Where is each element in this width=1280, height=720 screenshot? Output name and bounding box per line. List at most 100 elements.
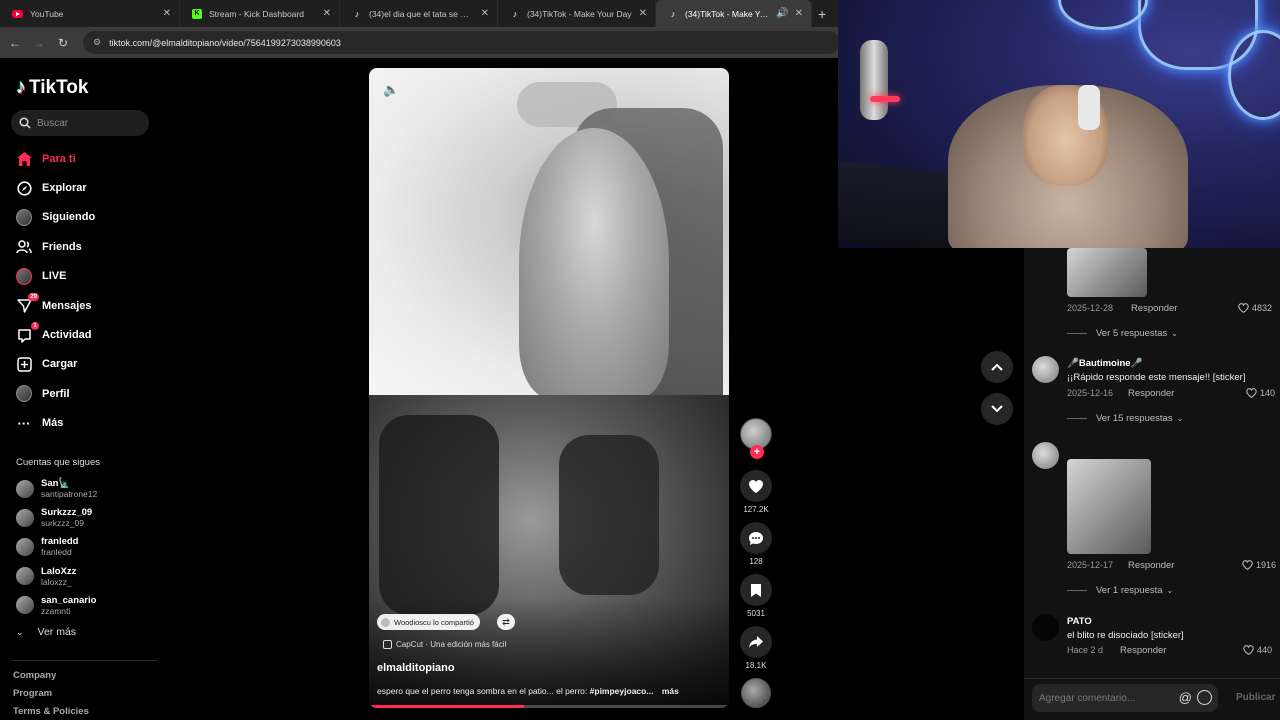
site-info-icon[interactable]: ⚙ [93, 37, 101, 48]
send-icon: 29 [16, 292, 39, 314]
reply-button[interactable]: Responder [1131, 303, 1177, 314]
video-player[interactable]: 🔈 ··· Woodioscu lo compartió ⇄ CapCut · … [369, 68, 729, 708]
close-icon[interactable]: ✕ [639, 8, 647, 19]
see-more-label: Ver más [37, 626, 77, 638]
close-icon[interactable]: ✕ [323, 8, 331, 19]
more-link[interactable]: más [662, 686, 679, 696]
commenter-name[interactable]: PATO [1067, 616, 1092, 627]
search-input[interactable] [37, 117, 137, 129]
avatar [16, 596, 34, 615]
comments-panel: 2025-12-28 Responder 4832 Ver 5 respuest… [1024, 248, 1280, 678]
reply-button[interactable]: Responder [1120, 645, 1166, 656]
tiktok-logo[interactable]: ♪ TikTok [16, 76, 88, 99]
tab-label: YouTube [30, 8, 64, 19]
music-disc-avatar[interactable] [741, 678, 771, 708]
tab-tiktok-active[interactable]: (34)TikTok - Make Your Day 🔊 ✕ [656, 0, 812, 27]
comment-button[interactable] [740, 522, 772, 554]
video-progress-bar[interactable] [369, 705, 729, 708]
nav-live[interactable]: LIVE [0, 262, 160, 291]
repost-icon[interactable]: ⇄ [497, 614, 515, 630]
repost-chip[interactable]: Woodioscu lo compartió [377, 614, 480, 630]
tab-tiktok-2[interactable]: (34)TikTok - Make Your Day ✕ [498, 0, 656, 27]
view-replies-button[interactable]: Ver 1 respuesta ⌄ [1067, 585, 1173, 596]
nav-explorar[interactable]: Explorar [0, 173, 160, 202]
close-icon[interactable]: ✕ [163, 8, 171, 19]
capcut-link[interactable]: CapCut · Una edición más fácil [383, 640, 506, 649]
avatar[interactable] [1032, 614, 1059, 641]
view-replies-label: Ver 15 respuestas [1096, 413, 1173, 424]
nav-mensajes[interactable]: 29 Mensajes [0, 291, 160, 320]
nav-friends[interactable]: Friends [0, 232, 160, 261]
like-count: 1916 [1256, 560, 1277, 570]
next-video-button[interactable] [981, 393, 1013, 425]
mention-icon[interactable]: @ [1179, 690, 1192, 705]
reply-button[interactable]: Responder [1128, 560, 1174, 571]
nav-cargar[interactable]: Cargar [0, 350, 160, 379]
like-button[interactable] [740, 470, 772, 502]
more-options-icon[interactable]: ··· [699, 80, 715, 95]
avatar [381, 617, 390, 627]
chevron-down-icon: ⌄ [1176, 414, 1184, 423]
nav-mas[interactable]: ··· Más [0, 409, 160, 438]
comment-like[interactable]: 4832 [1238, 303, 1272, 313]
reload-icon[interactable]: ↻ [51, 36, 75, 50]
following-account[interactable]: LaloXzz laloxzz_ [16, 562, 156, 591]
new-tab-icon[interactable]: + [818, 6, 826, 22]
nav-para-ti[interactable]: Para ti [0, 144, 160, 173]
following-avatar-icon [16, 208, 32, 226]
emoji-icon[interactable] [1197, 690, 1212, 705]
comment-input-box[interactable]: @ [1032, 684, 1218, 712]
close-icon[interactable]: ✕ [481, 8, 489, 19]
comment-input-bar: @ Publicar [1024, 678, 1280, 720]
nav-siguiendo[interactable]: Siguiendo [0, 203, 160, 232]
nav-perfil[interactable]: Perfil [0, 379, 160, 408]
avatar[interactable] [1032, 356, 1059, 383]
divider [12, 660, 158, 661]
following-account[interactable]: San🗽 santipatrone12 [16, 474, 156, 503]
save-button[interactable] [740, 574, 772, 606]
account-name: franledd [41, 536, 79, 548]
nav-label: LIVE [42, 270, 67, 283]
video-description: espero que el perro tenga sombra en el p… [377, 686, 722, 696]
footer-link-program[interactable]: Program [13, 688, 89, 706]
following-account[interactable]: franledd franledd [16, 532, 156, 561]
nav-actividad[interactable]: 1 Actividad [0, 320, 160, 349]
nav-label: Actividad [42, 329, 92, 342]
previous-video-button[interactable] [981, 351, 1013, 383]
tab-kick-dashboard[interactable]: K Stream - Kick Dashboard ✕ [180, 0, 340, 27]
main-nav: Para ti Explorar Siguiendo Friends LIVE … [0, 144, 160, 438]
publish-button[interactable]: Publicar [1236, 692, 1275, 703]
volume-icon[interactable]: 🔈 [383, 82, 399, 98]
comment-like[interactable]: 1916 [1242, 560, 1276, 570]
comment-image[interactable] [1067, 248, 1147, 297]
follow-plus-icon[interactable]: + [750, 445, 764, 459]
tab-youtube[interactable]: YouTube ✕ [0, 0, 180, 27]
following-account[interactable]: Surkzzz_09 surkzzz_09 [16, 503, 156, 532]
url-omnibox[interactable]: ⚙ tiktok.com/@elmalditopiano/video/75641… [83, 31, 840, 54]
reply-button[interactable]: Responder [1128, 388, 1174, 399]
forward-arrow-icon[interactable]: → [27, 36, 51, 50]
view-replies-button[interactable]: Ver 15 respuestas ⌄ [1067, 413, 1183, 424]
see-more-button[interactable]: ⌄ Ver más [16, 626, 76, 638]
search-box[interactable] [11, 110, 149, 136]
comment-like[interactable]: 140 [1246, 388, 1275, 398]
close-icon[interactable]: ✕ [795, 8, 803, 19]
share-button[interactable] [740, 626, 772, 658]
hashtag-link[interactable]: #pimpeyjoaco... [590, 686, 654, 696]
comment-image[interactable] [1067, 459, 1151, 554]
author-avatar[interactable]: + [740, 418, 772, 459]
footer-link-company[interactable]: Company [13, 670, 89, 688]
progress-fill [369, 705, 524, 708]
commenter-name[interactable]: 🎤Bautimoine🎤 [1067, 358, 1142, 369]
avatar[interactable] [1032, 442, 1059, 469]
tab-tiktok-1[interactable]: (34)el dia que el tata se mato s... ✕ [340, 0, 498, 27]
view-replies-button[interactable]: Ver 5 respuestas ⌄ [1067, 328, 1178, 339]
back-arrow-icon[interactable]: ← [3, 36, 27, 50]
footer-link-terms[interactable]: Terms & Policies [13, 706, 89, 720]
video-author[interactable]: elmalditopiano [377, 662, 455, 674]
like-count: 4832 [1252, 303, 1273, 313]
comment-like[interactable]: 440 [1243, 645, 1272, 655]
following-account[interactable]: san_canario zzamnti [16, 591, 156, 620]
comment-date: 2025-12-17 [1067, 560, 1114, 570]
comment-input[interactable] [1039, 692, 1179, 704]
